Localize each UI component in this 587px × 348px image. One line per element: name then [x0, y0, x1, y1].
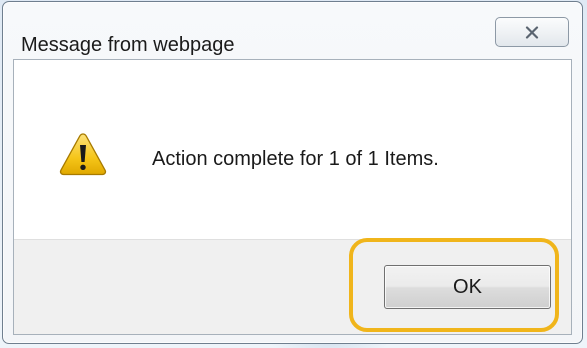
warning-icon: [59, 133, 107, 176]
message-text: Action complete for 1 of 1 Items.: [152, 148, 439, 170]
dialog-body: Action complete for 1 of 1 Items. OK: [13, 59, 572, 335]
dialog-title: Message from webpage: [21, 34, 235, 56]
message-dialog: Message from webpage Action complete for…: [2, 1, 583, 344]
title-bar: Message from webpage: [3, 2, 582, 56]
close-button[interactable]: [495, 17, 569, 47]
ok-button[interactable]: OK: [384, 265, 551, 309]
close-icon: [525, 25, 539, 39]
message-area: Action complete for 1 of 1 Items.: [14, 60, 571, 239]
